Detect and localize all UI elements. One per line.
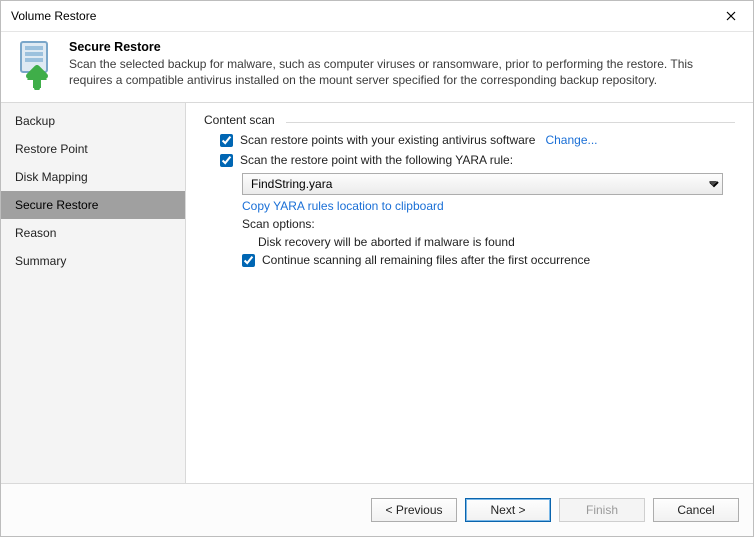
- group-label: Content scan: [204, 113, 281, 127]
- cancel-button[interactable]: Cancel: [653, 498, 739, 522]
- sidebar-item-restore-point[interactable]: Restore Point: [1, 135, 185, 163]
- page-description: Scan the selected backup for malware, su…: [69, 56, 739, 88]
- page-title: Secure Restore: [69, 40, 739, 54]
- yara-rule-select[interactable]: FindString.yara: [242, 173, 723, 195]
- scan-av-change-link[interactable]: Change...: [545, 133, 597, 147]
- scan-av-label: Scan restore points with your existing a…: [240, 133, 535, 147]
- window-title: Volume Restore: [11, 9, 709, 23]
- sidebar-item-disk-mapping[interactable]: Disk Mapping: [1, 163, 185, 191]
- finish-button[interactable]: Finish: [559, 498, 645, 522]
- scan-yara-row[interactable]: Scan the restore point with the followin…: [220, 153, 731, 167]
- scan-yara-label: Scan the restore point with the followin…: [240, 153, 513, 167]
- volume-restore-window: Volume Restore Secure Restore Scan the s…: [0, 0, 754, 537]
- header-text: Secure Restore Scan the selected backup …: [69, 40, 739, 92]
- continue-scan-checkbox[interactable]: [242, 254, 255, 267]
- wizard-header: Secure Restore Scan the selected backup …: [1, 32, 753, 103]
- sidebar-item-secure-restore[interactable]: Secure Restore: [1, 191, 185, 219]
- sidebar-item-reason[interactable]: Reason: [1, 219, 185, 247]
- content-scan-group: Content scan Scan restore points with yo…: [204, 115, 735, 277]
- secure-restore-icon: [15, 40, 59, 92]
- titlebar: Volume Restore: [1, 1, 753, 32]
- continue-scan-label: Continue scanning all remaining files af…: [262, 253, 590, 267]
- yara-rule-select-wrap: FindString.yara: [242, 173, 723, 195]
- scan-options-heading: Scan options:: [242, 217, 731, 231]
- group-divider: [286, 122, 735, 123]
- close-icon: [726, 11, 736, 21]
- abort-text: Disk recovery will be aborted if malware…: [258, 235, 731, 249]
- previous-button[interactable]: < Previous: [371, 498, 457, 522]
- next-button[interactable]: Next >: [465, 498, 551, 522]
- sidebar-item-backup[interactable]: Backup: [1, 107, 185, 135]
- wizard-sidebar: Backup Restore Point Disk Mapping Secure…: [1, 103, 186, 483]
- scan-yara-checkbox[interactable]: [220, 154, 233, 167]
- continue-scan-row[interactable]: Continue scanning all remaining files af…: [242, 253, 731, 267]
- scan-av-checkbox[interactable]: [220, 134, 233, 147]
- sidebar-item-summary[interactable]: Summary: [1, 247, 185, 275]
- close-button[interactable]: [709, 1, 753, 31]
- content-pane: Content scan Scan restore points with yo…: [186, 103, 753, 483]
- copy-yara-link-row: Copy YARA rules location to clipboard: [242, 199, 731, 213]
- wizard-body: Backup Restore Point Disk Mapping Secure…: [1, 103, 753, 483]
- copy-yara-link[interactable]: Copy YARA rules location to clipboard: [242, 199, 444, 213]
- wizard-footer: < Previous Next > Finish Cancel: [1, 483, 753, 536]
- scan-av-row[interactable]: Scan restore points with your existing a…: [220, 133, 731, 147]
